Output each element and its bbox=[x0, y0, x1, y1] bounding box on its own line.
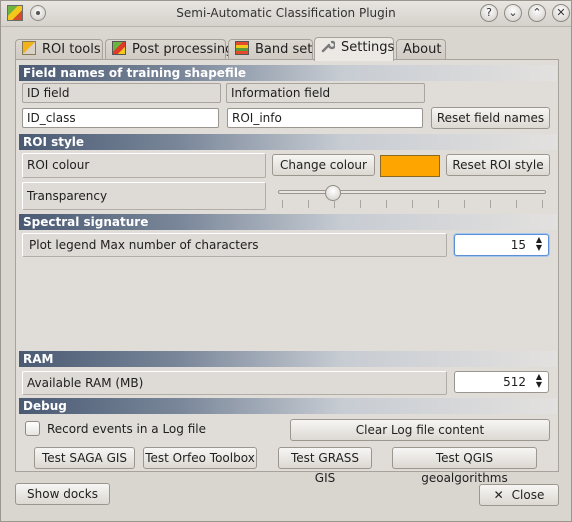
spectral-signature-header: Spectral signature bbox=[19, 214, 557, 230]
slider-tick bbox=[360, 200, 361, 208]
spinbox-arrows-icon[interactable]: ▲ ▼ bbox=[534, 236, 544, 252]
roi-style-header: ROI style bbox=[19, 134, 557, 150]
transparency-slider[interactable] bbox=[278, 190, 546, 194]
tab-post-processing[interactable]: Post processing bbox=[105, 39, 233, 60]
transparency-label: Transparency bbox=[22, 182, 266, 210]
roi-colour-swatch[interactable] bbox=[380, 155, 440, 177]
test-orfeo-toolbox-button[interactable]: Test Orfeo Toolbox bbox=[143, 447, 257, 469]
record-log-label: Record events in a Log file bbox=[47, 422, 206, 436]
field-names-header: Field names of training shapefile bbox=[19, 65, 557, 81]
reset-field-names-button[interactable]: Reset field names bbox=[431, 107, 550, 129]
test-saga-gis-button[interactable]: Test SAGA GIS bbox=[34, 447, 135, 469]
spinbox-arrows-icon[interactable]: ▲ ▼ bbox=[534, 373, 544, 389]
reset-roi-style-button[interactable]: Reset ROI style bbox=[446, 154, 550, 176]
plot-legend-value: 15 bbox=[510, 238, 526, 252]
plot-legend-label: Plot legend Max number of characters bbox=[22, 233, 447, 257]
roi-tools-icon bbox=[22, 41, 36, 55]
tab-roi-tools[interactable]: ROI tools bbox=[15, 39, 103, 60]
slider-tick bbox=[542, 200, 543, 208]
slider-tick bbox=[282, 200, 283, 208]
slider-tick bbox=[386, 200, 387, 208]
available-ram-label: Available RAM (MB) bbox=[22, 371, 447, 395]
debug-header: Debug bbox=[19, 398, 557, 414]
show-docks-button[interactable]: Show docks bbox=[15, 483, 110, 505]
wrench-icon bbox=[321, 39, 337, 53]
available-ram-value: 512 bbox=[503, 375, 526, 389]
tab-label: Post processing bbox=[132, 42, 234, 57]
transparency-slider-handle[interactable] bbox=[325, 185, 341, 201]
information-field-label: Information field bbox=[226, 83, 425, 103]
ram-header: RAM bbox=[19, 351, 557, 367]
tab-settings[interactable]: Settings bbox=[314, 37, 394, 61]
slider-tick bbox=[412, 200, 413, 208]
band-set-icon bbox=[235, 41, 249, 55]
slider-tick bbox=[490, 200, 491, 208]
tab-label: About bbox=[403, 42, 442, 57]
minimize-button[interactable]: ⌄ bbox=[504, 4, 522, 22]
close-button-label: Close bbox=[511, 488, 545, 502]
information-field-input[interactable]: ROI_info bbox=[227, 108, 423, 128]
available-ram-spinbox[interactable]: 512 ▲ ▼ bbox=[454, 371, 549, 393]
test-qgis-geoalgorithms-button[interactable]: Test QGIS geoalgorithms bbox=[392, 447, 537, 485]
change-colour-button[interactable]: Change colour bbox=[272, 154, 375, 176]
title-bar: Semi-Automatic Classification Plugin ? ⌄… bbox=[1, 1, 571, 27]
id-field-input[interactable]: ID_class bbox=[22, 108, 219, 128]
tab-label: Band set bbox=[255, 42, 313, 57]
record-log-checkbox[interactable] bbox=[25, 421, 40, 436]
tab-band-set[interactable]: Band set bbox=[228, 39, 313, 60]
clear-log-button[interactable]: Clear Log file content bbox=[290, 419, 550, 441]
slider-tick bbox=[516, 200, 517, 208]
plot-legend-spinbox[interactable]: 15 ▲ ▼ bbox=[454, 234, 549, 256]
help-button[interactable]: ? bbox=[480, 4, 498, 22]
id-field-label: ID field bbox=[22, 83, 221, 103]
test-grass-gis-button[interactable]: Test GRASS GIS bbox=[278, 447, 372, 485]
close-icon: ✕ bbox=[493, 488, 504, 502]
slider-tick bbox=[464, 200, 465, 208]
close-button[interactable]: ✕ Close bbox=[479, 484, 559, 506]
tab-label: Settings bbox=[341, 40, 395, 55]
plugin-window: Semi-Automatic Classification Plugin ? ⌄… bbox=[0, 0, 572, 522]
maximize-button[interactable]: ⌃ bbox=[528, 4, 546, 22]
slider-tick bbox=[438, 200, 439, 208]
tab-label: ROI tools bbox=[42, 42, 101, 57]
slider-tick bbox=[308, 200, 309, 208]
slider-tick bbox=[334, 200, 335, 208]
post-processing-icon bbox=[112, 41, 126, 55]
close-window-button[interactable]: ✕ bbox=[552, 4, 570, 22]
tab-about[interactable]: About bbox=[396, 39, 446, 60]
roi-colour-label: ROI colour bbox=[22, 153, 266, 178]
